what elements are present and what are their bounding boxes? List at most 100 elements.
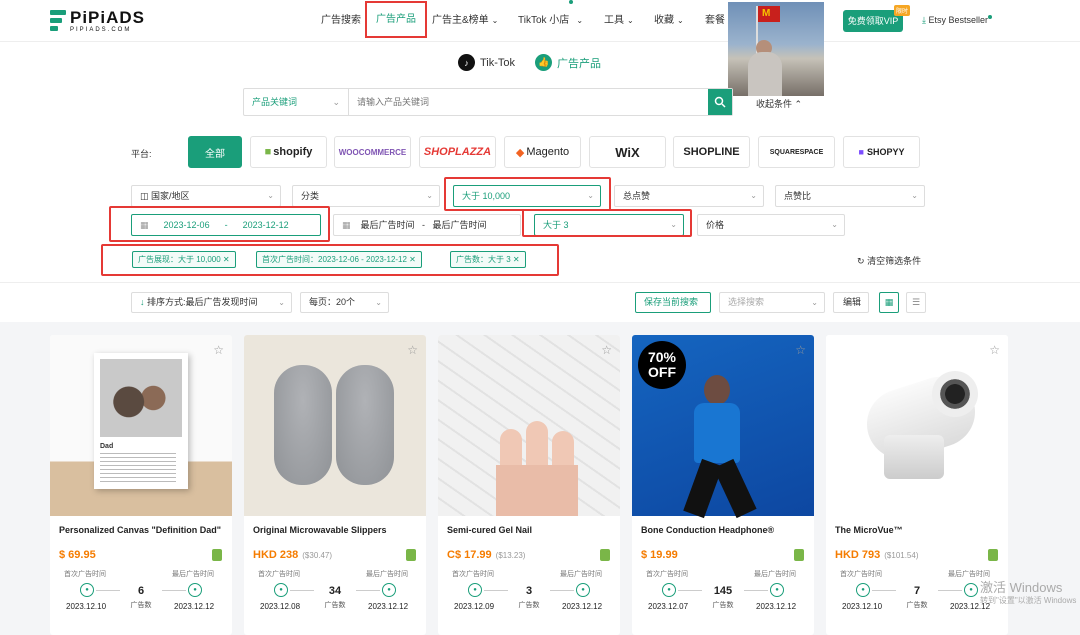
discount-badge: 70% OFF [638,341,686,389]
category-select[interactable]: 分类 ⌄ [292,185,440,207]
collapse-conditions[interactable]: 收起条件 ⌃ [756,97,802,110]
select-search-dropdown[interactable]: 选择搜索 ⌄ [719,292,825,313]
filter-chip-first-date[interactable]: 首次广告时间：2023-12-06 - 2023-12-12 ✕ [256,251,422,268]
product-image: 70% OFF [632,335,814,519]
product-image [438,335,620,516]
platform-squarespace[interactable]: SQUARESPACE [758,136,835,168]
price-select[interactable]: 价格 ⌄ [697,214,845,236]
tiktok-icon: ♪ [458,54,475,71]
product-image: Dad [50,335,232,516]
favorite-star-icon[interactable]: ☆ [407,343,418,357]
nav-ad-search[interactable]: 广告搜索 [321,0,361,42]
source-tabs: ♪ Tik-Tok 👍 广告产品 [458,54,601,71]
highlight-box [444,177,611,211]
top-header: PiPiADS PIPIADS.COM 广告搜索 广告产品 广告主&榜单 ⌄ Tik… [0,0,1080,42]
nav-plans[interactable]: 套餐 [705,0,725,42]
thumbs-up-icon: 👍 [535,54,553,71]
filter-chip-impressions[interactable]: 广告展现：大于 10,000 ✕ [132,251,236,268]
ad-count: 34 [328,585,342,597]
first-ad-date: 2023.12.10 [66,602,107,611]
filter-chip-ad-count[interactable]: 广告数：大于 3 ✕ [450,251,526,268]
product-image [244,335,426,516]
chevron-down-icon: ⌄ [627,16,634,25]
product-price: HKD 238 ($30.47) [253,549,333,561]
tab-ad-products[interactable]: 👍 广告产品 [535,54,601,71]
product-card[interactable]: Dad ☆ Personalized Canvas "Definition Da… [50,335,232,635]
favorite-star-icon[interactable]: ☆ [213,343,224,357]
product-card[interactable]: 70% OFF ☆ Bone Conduction Headphone® $ 19… [632,335,814,635]
chevron-down-icon: ⌄ [677,16,684,25]
first-ad-date: 2023.12.08 [260,602,301,611]
save-search-button[interactable]: 保存当前搜索 [635,292,711,313]
logo-text: PiPiADS [70,8,146,27]
product-card[interactable]: ☆ Semi-cured Gel Nail C$ 17.99 ($13.23) 首… [438,335,620,635]
country-select[interactable]: ◫ 国家/地区 ⌄ [131,185,281,207]
arrow-down-icon: ⤓ [922,15,926,25]
shopify-icon [600,549,610,561]
tab-tiktok[interactable]: ♪ Tik-Tok [458,54,515,71]
search-button[interactable] [708,89,732,115]
favorite-star-icon[interactable]: ☆ [795,343,806,357]
first-ad-date: 2023.12.07 [648,602,689,611]
like-ratio-select[interactable]: 点赞比 ⌄ [775,185,925,207]
per-page-select[interactable]: 每页：20个 ⌄ [300,292,389,313]
list-view-icon[interactable]: ☰ [906,292,926,313]
product-card[interactable]: ☆ Original Microwavable Slippers HKD 238… [244,335,426,635]
search-icon [714,96,726,108]
divider [0,282,1080,283]
shopify-icon [794,549,804,561]
platform-woocommerce[interactable]: WOOCOMMERCE [334,136,411,168]
product-price: HKD 793 ($101.54) [835,549,919,561]
product-image [826,335,1008,516]
grid-view-icon[interactable]: ▦ [879,292,899,313]
nav-tools[interactable]: 工具 ⌄ [604,0,634,42]
overlay-photo: M [728,2,824,96]
last-ad-date: 2023.12.12 [368,602,409,611]
product-title: Bone Conduction Headphone® [641,525,775,535]
sort-select[interactable]: ↓ 排序方式:最后广告发现时间 ⌄ [131,292,292,313]
nav-tiktok-shop[interactable]: TikTok 小店 ⌄ [518,0,583,42]
shopify-icon [406,549,416,561]
shopify-icon [212,549,222,561]
clear-filters-button[interactable]: ↻ 清空筛选条件 [857,254,921,267]
edit-button[interactable]: 编辑 [833,292,869,313]
highlight-box [522,209,692,237]
favorite-star-icon[interactable]: ☆ [989,343,1000,357]
platform-label: 平台: [131,149,152,159]
product-title: Original Microwavable Slippers [253,525,387,535]
likes-select[interactable]: 总点赞 ⌄ [614,185,764,207]
platform-all[interactable]: 全部 [188,136,242,168]
product-price: $ 19.99 [641,549,678,561]
platform-wix[interactable]: WiX [589,136,666,168]
ad-count: 3 [525,585,533,597]
chevron-down-icon: ⌄ [576,16,584,25]
platform-shopyy[interactable]: ■ SHOPYY [843,136,920,168]
chevron-down-icon: ⌄ [491,16,499,25]
first-ad-date: 2023.12.09 [454,602,495,611]
platform-magento[interactable]: ◆ Magento [504,136,581,168]
windows-activation-watermark: 激活 Windows 转到"设置"以激活 Windows [980,580,1077,605]
last-ad-date: 2023.12.12 [562,602,603,611]
logo-icon [50,10,66,32]
product-price: C$ 17.99 ($13.23) [447,549,526,561]
ad-count: 145 [713,585,733,597]
keyword-type-select[interactable]: 产品关键词 ⌄ [244,89,349,115]
nav-favorites[interactable]: 收藏 ⌄ [654,0,684,42]
last-ad-date-range[interactable]: ▦ 最后广告时间 - 最后广告时间 [333,214,521,236]
search-input[interactable] [349,89,708,115]
last-ad-date: 2023.12.12 [756,602,797,611]
highlight-box [109,206,330,242]
product-title: Personalized Canvas "Definition Dad" [59,525,222,535]
etsy-bestseller-link[interactable]: ⤓ Etsy Bestseller [922,15,993,26]
nav-advertisers[interactable]: 广告主&榜单 ⌄ [432,0,498,42]
favorite-star-icon[interactable]: ☆ [601,343,612,357]
logo-subtext: PIPIADS.COM [70,27,132,33]
logo[interactable]: PiPiADS PIPIADS.COM [50,9,145,33]
platform-shopify[interactable]: ■ shopify [250,136,327,168]
search-bar: 产品关键词 ⌄ [243,88,733,116]
platform-shopline[interactable]: SHOPLINE [673,136,750,168]
ad-count: 6 [137,585,145,597]
nav-ad-products[interactable]: 广告产品 [365,1,427,38]
first-ad-date: 2023.12.10 [842,602,883,611]
platform-shoplazza[interactable]: SHOPLAZZA [419,136,496,168]
